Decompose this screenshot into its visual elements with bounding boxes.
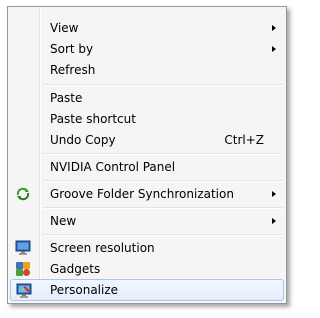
- desktop-context-menu: View Sort by Refresh Paste Paste shortcu…: [7, 6, 287, 304]
- menu-item-paste[interactable]: Paste: [10, 87, 284, 109]
- menu-item-personalize[interactable]: Personalize: [10, 279, 284, 301]
- menu-item-label: Sort by: [50, 42, 94, 56]
- submenu-arrow-icon: [272, 191, 276, 197]
- monitor-icon: [15, 240, 31, 256]
- menu-item-screen-resolution[interactable]: Screen resolution: [10, 237, 284, 259]
- menu-separator: [43, 153, 283, 155]
- menu-item-shortcut: Ctrl+Z: [224, 133, 264, 147]
- personalize-icon: [16, 283, 32, 299]
- menu-item-gadgets[interactable]: Gadgets: [10, 258, 284, 280]
- submenu-arrow-icon: [272, 218, 276, 224]
- menu-item-label: Undo Copy: [50, 133, 116, 147]
- menu-item-nvidia-control-panel[interactable]: NVIDIA Control Panel: [10, 156, 284, 178]
- menu-item-groove-folder-sync[interactable]: Groove Folder Synchronization: [10, 183, 284, 205]
- submenu-arrow-icon: [272, 25, 276, 31]
- menu-item-label: New: [50, 214, 77, 228]
- menu-item-label: NVIDIA Control Panel: [50, 160, 176, 174]
- menu-item-label: View: [50, 21, 79, 35]
- menu-item-refresh[interactable]: Refresh: [10, 59, 284, 81]
- menu-item-label: Gadgets: [50, 262, 101, 276]
- menu-separator: [43, 84, 283, 86]
- menu-item-sort-by[interactable]: Sort by: [10, 38, 284, 60]
- submenu-arrow-icon: [272, 46, 276, 52]
- menu-separator: [43, 234, 283, 236]
- menu-separator: [43, 180, 283, 182]
- menu-separator: [43, 207, 283, 209]
- menu-item-label: Groove Folder Synchronization: [50, 187, 234, 201]
- menu-item-label: Personalize: [50, 283, 119, 297]
- menu-item-undo-copy[interactable]: Undo Copy Ctrl+Z: [10, 129, 284, 151]
- menu-item-label: Paste shortcut: [50, 112, 136, 126]
- menu-item-new[interactable]: New: [10, 210, 284, 232]
- menu-item-label: Screen resolution: [50, 241, 155, 255]
- groove-sync-icon: [15, 186, 31, 202]
- menu-item-paste-shortcut[interactable]: Paste shortcut: [10, 108, 284, 130]
- menu-item-label: Refresh: [50, 63, 96, 77]
- menu-item-label: Paste: [50, 91, 83, 105]
- gadgets-icon: [15, 261, 31, 277]
- menu-item-view[interactable]: View: [10, 17, 284, 39]
